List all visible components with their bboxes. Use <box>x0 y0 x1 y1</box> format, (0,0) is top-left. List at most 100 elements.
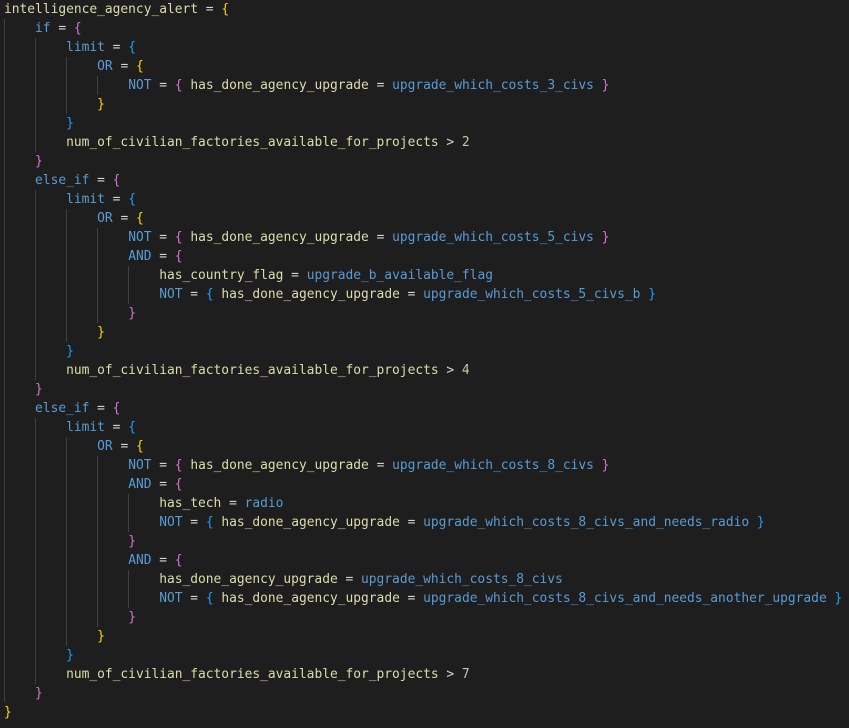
equals-operator: = <box>120 439 129 454</box>
code-line: else_if = { <box>4 399 120 418</box>
code-line: } <box>4 380 43 399</box>
code-line: num_of_civilian_factories_available_for_… <box>4 361 470 380</box>
code-line: NOT = { has_done_agency_upgrade = upgrad… <box>4 589 842 608</box>
close-brace: } <box>601 78 610 93</box>
open-brace: { <box>128 420 136 435</box>
close-brace: } <box>128 610 136 625</box>
keyword-else-if: else_if <box>35 401 90 416</box>
equals-operator: = <box>229 496 237 511</box>
open-brace: { <box>128 40 136 55</box>
code-line: } <box>4 342 74 361</box>
code-line: OR = { <box>4 209 144 228</box>
close-brace: } <box>128 534 136 549</box>
close-brace: } <box>601 230 610 245</box>
open-brace: { <box>174 249 183 264</box>
code-line: NOT = { has_done_agency_upgrade = upgrad… <box>4 76 609 95</box>
code-line: has_country_flag = upgrade_b_available_f… <box>4 266 493 285</box>
code-line: } <box>4 608 136 627</box>
code-line: } <box>4 114 74 133</box>
equals-operator: = <box>159 249 168 264</box>
code-line: OR = { <box>4 437 144 456</box>
equals-operator: = <box>112 40 121 55</box>
keyword-and: AND <box>128 249 152 264</box>
code-line: if = { <box>4 19 82 38</box>
flag-value: upgrade_b_available_flag <box>306 268 493 283</box>
code-line: } <box>4 684 43 703</box>
trigger-name: has_country_flag <box>159 268 284 283</box>
equals-operator: = <box>376 78 385 93</box>
equals-operator: = <box>407 515 416 530</box>
equals-operator: = <box>159 78 168 93</box>
upgrade-value: upgrade_which_costs_8_civs <box>361 572 563 587</box>
code-line: } <box>4 323 105 342</box>
equals-operator: = <box>97 401 105 416</box>
open-brace: { <box>174 553 183 568</box>
code-line: } <box>4 703 12 722</box>
equals-operator: = <box>345 572 354 587</box>
greater-than-operator: > <box>446 363 455 378</box>
code-line: intelligence_agency_alert = { <box>4 0 229 19</box>
upgrade-value: upgrade_which_costs_8_civs <box>392 458 594 473</box>
upgrade-value: upgrade_which_costs_8_civs_and_needs_ano… <box>423 591 827 606</box>
open-brace: { <box>135 211 144 226</box>
equals-operator: = <box>97 173 105 188</box>
number-value: 4 <box>461 363 470 378</box>
equals-operator: = <box>159 230 168 245</box>
open-brace: { <box>174 477 183 492</box>
code-line: has_done_agency_upgrade = upgrade_which_… <box>4 570 563 589</box>
equals-operator: = <box>159 458 168 473</box>
code-line: OR = { <box>4 57 144 76</box>
open-brace: { <box>112 401 121 416</box>
code-line: limit = { <box>4 190 136 209</box>
code-line: has_tech = radio <box>4 494 283 513</box>
open-brace: { <box>73 21 82 36</box>
close-brace: } <box>66 648 74 663</box>
close-brace: } <box>756 515 765 530</box>
equals-operator: = <box>190 515 199 530</box>
trigger-name: has_done_agency_upgrade <box>221 591 400 606</box>
keyword-if: if <box>35 21 51 36</box>
equals-operator: = <box>159 477 168 492</box>
keyword-limit: limit <box>66 420 105 435</box>
equals-operator: = <box>190 287 199 302</box>
keyword-else-if: else_if <box>35 173 90 188</box>
upgrade-value: upgrade_which_costs_8_civs_and_needs_rad… <box>423 515 750 530</box>
keyword-not: NOT <box>128 78 152 93</box>
equals-operator: = <box>120 211 129 226</box>
number-value: 2 <box>461 135 470 150</box>
open-brace: { <box>174 230 183 245</box>
trigger-name: has_done_agency_upgrade <box>190 458 369 473</box>
equals-operator: = <box>112 420 121 435</box>
code-line: AND = { <box>4 475 183 494</box>
keyword-not: NOT <box>159 515 183 530</box>
open-brace: { <box>221 2 230 17</box>
keyword-and: AND <box>128 553 152 568</box>
code-line: } <box>4 152 43 171</box>
close-brace: } <box>35 154 43 169</box>
equals-operator: = <box>407 591 416 606</box>
keyword-or: OR <box>97 59 113 74</box>
equals-operator: = <box>291 268 299 283</box>
trigger-name: num_of_civilian_factories_available_for_… <box>66 363 439 378</box>
code-editor[interactable]: intelligence_agency_alert = { if = { lim… <box>0 0 849 728</box>
code-line: else_if = { <box>4 171 120 190</box>
open-brace: { <box>135 59 144 74</box>
keyword-or: OR <box>97 439 113 454</box>
close-brace: } <box>4 705 12 720</box>
close-brace: } <box>66 116 74 131</box>
close-brace: } <box>97 97 105 112</box>
close-brace: } <box>35 382 43 397</box>
trigger-name: num_of_civilian_factories_available_for_… <box>66 667 439 682</box>
keyword-limit: limit <box>66 192 105 207</box>
keyword-not: NOT <box>159 287 183 302</box>
code-line: } <box>4 532 136 551</box>
close-brace: } <box>648 287 656 302</box>
open-brace: { <box>205 515 214 530</box>
trigger-name: has_done_agency_upgrade <box>190 230 369 245</box>
open-brace: { <box>205 591 214 606</box>
equals-operator: = <box>190 591 199 606</box>
code-line: AND = { <box>4 247 183 266</box>
upgrade-value: upgrade_which_costs_5_civs_b <box>423 287 641 302</box>
open-brace: { <box>174 78 183 93</box>
open-brace: { <box>128 192 136 207</box>
